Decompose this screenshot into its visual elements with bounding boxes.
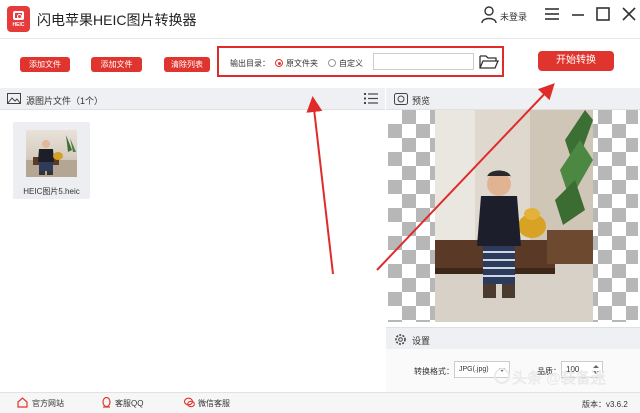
login-status[interactable]: 未登录	[500, 10, 527, 23]
logo-text: HEIC	[12, 22, 25, 28]
close-icon[interactable]	[620, 6, 638, 22]
file-thumbnail	[26, 130, 77, 177]
output-directory-group: 输出目录： 原文件夹 自定义	[217, 46, 504, 77]
maximize-icon[interactable]	[594, 6, 612, 22]
camera-icon	[13, 11, 24, 20]
settings-title: 设置	[412, 336, 431, 346]
output-path-input[interactable]	[373, 53, 474, 70]
file-name: HEIC图片5.heic	[23, 187, 80, 196]
support-qq-link[interactable]: 客服QQ	[115, 398, 143, 409]
image-icon	[7, 93, 21, 104]
preview-header: 预览	[386, 88, 640, 110]
clear-list-button[interactable]: 清除列表	[164, 57, 210, 72]
source-files-title: 源图片文件（1个）	[26, 96, 104, 106]
minimize-icon[interactable]	[569, 6, 587, 22]
radio-source-folder[interactable]	[275, 59, 283, 67]
wechat-icon	[184, 397, 195, 408]
source-folder-label[interactable]: 原文件夹	[286, 58, 318, 69]
file-list: HEIC图片5.heic	[0, 110, 385, 392]
gear-icon	[395, 334, 406, 345]
add-folder-button[interactable]: 添加文件夹	[91, 57, 142, 84]
add-file-button[interactable]: 添加文件	[20, 57, 70, 72]
footer: 官方网站 客服QQ 微信客服 版本：v3.6.2	[0, 392, 640, 413]
title-bar: HEIC 闪电苹果HEIC图片转换器 未登录	[0, 0, 640, 38]
output-directory-label: 输出目录：	[230, 59, 270, 68]
preview-title: 预览	[412, 96, 431, 106]
start-convert-button[interactable]: 开始转换	[538, 51, 614, 71]
watermark-logo	[494, 368, 510, 384]
qq-icon	[102, 397, 111, 408]
custom-folder-label[interactable]: 自定义	[339, 58, 363, 69]
folder-open-icon[interactable]	[479, 53, 499, 70]
app-title: 闪电苹果HEIC图片转换器	[37, 12, 197, 28]
app-logo: HEIC	[7, 6, 30, 32]
menu-icon[interactable]	[543, 6, 561, 22]
settings-header: 设置	[386, 327, 640, 349]
source-files-header: 源图片文件（1个）	[0, 88, 385, 110]
radio-custom-folder[interactable]	[328, 59, 336, 67]
version-label: 版本：v3.6.2	[582, 400, 628, 409]
home-icon	[17, 397, 28, 408]
preview-icon	[394, 93, 408, 105]
list-view-icon[interactable]	[364, 92, 378, 105]
file-item[interactable]: HEIC图片5.heic	[13, 122, 90, 199]
official-website-link[interactable]: 官方网站	[32, 398, 64, 409]
preview-image	[435, 110, 593, 322]
support-wechat-link[interactable]: 微信客服	[198, 398, 230, 409]
app-window: HEIC 闪电苹果HEIC图片转换器 未登录 添加文件 添加文件夹 清除列表 输…	[0, 0, 640, 413]
format-label: 转换格式：	[414, 367, 454, 376]
watermark: 头条 @装备迷	[512, 370, 606, 387]
format-value: JPG(.jpg)	[459, 366, 489, 373]
user-icon[interactable]	[481, 6, 497, 24]
preview-canvas	[388, 110, 638, 322]
